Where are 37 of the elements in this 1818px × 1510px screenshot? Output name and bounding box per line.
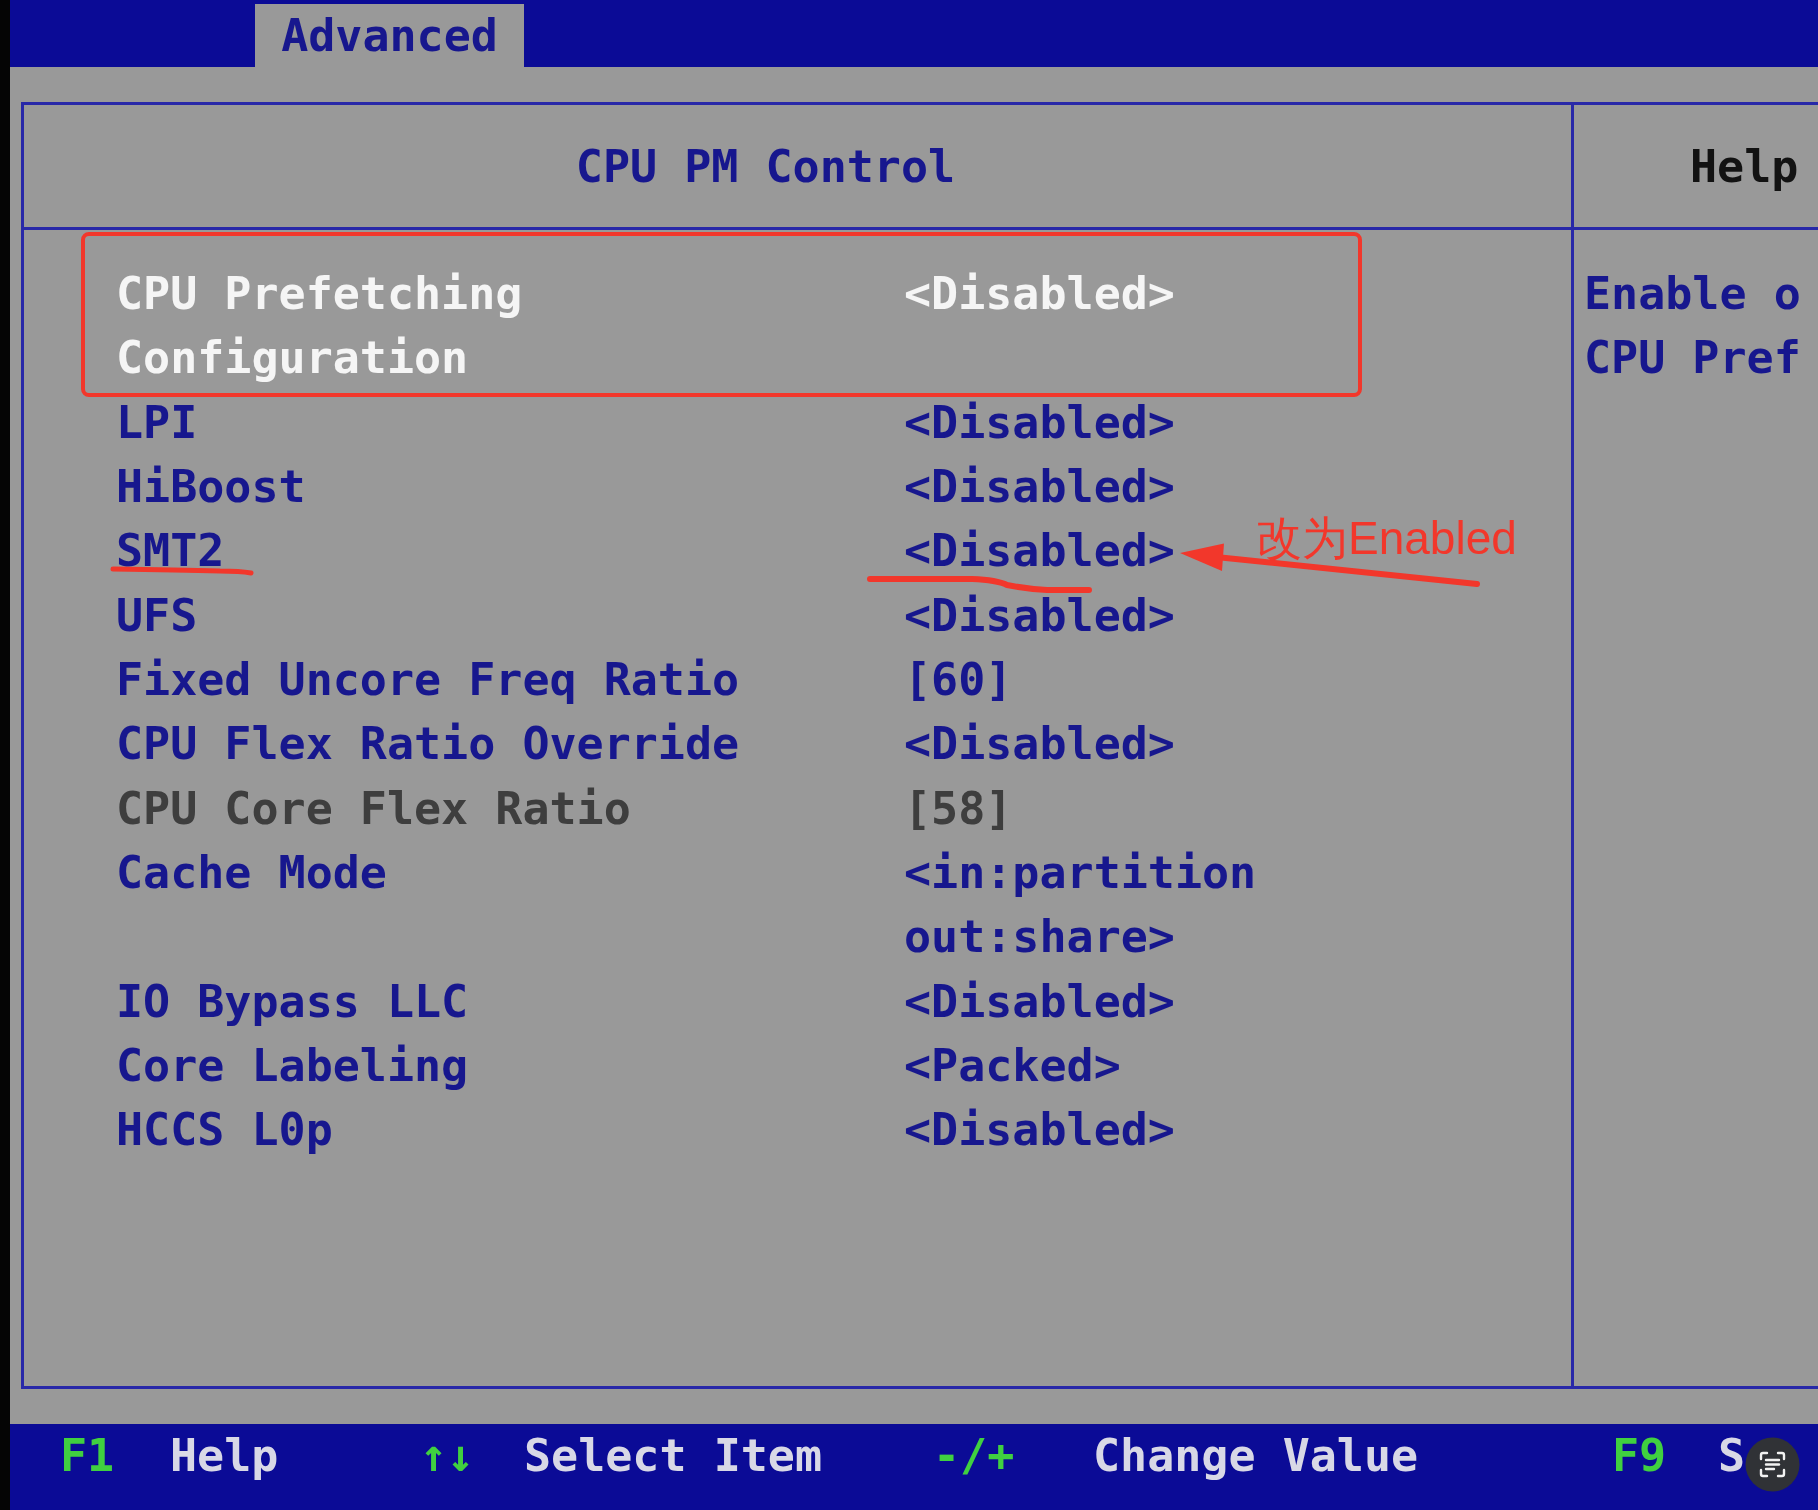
setting-value[interactable]: <Disabled> bbox=[904, 583, 1175, 649]
panel-title: CPU PM Control bbox=[575, 143, 956, 189]
setting-label[interactable]: Core Labeling bbox=[116, 1034, 469, 1099]
key-label: F1 bbox=[60, 1428, 115, 1484]
key-description: Help bbox=[170, 1428, 279, 1484]
setting-label[interactable]: HCCS L0p bbox=[116, 1098, 333, 1163]
key-label: F9 bbox=[1612, 1428, 1667, 1484]
setting-label[interactable]: CPU Flex Ratio Override bbox=[116, 712, 740, 777]
annotation-note: 改为Enabled bbox=[1256, 515, 1517, 562]
setting-value[interactable]: <Disabled> bbox=[904, 455, 1175, 520]
setting-value[interactable]: <Disabled> bbox=[904, 712, 1175, 777]
key-description: S bbox=[1718, 1428, 1746, 1484]
setting-label[interactable]: CPU Prefetching Configuration bbox=[116, 262, 796, 391]
setting-value[interactable]: <Disabled> bbox=[904, 262, 1175, 327]
setting-value[interactable]: <Packed> bbox=[904, 1034, 1121, 1099]
setting-label[interactable]: Fixed Uncore Freq Ratio bbox=[116, 648, 740, 713]
key-label: -/+ bbox=[933, 1428, 1015, 1484]
setting-label[interactable]: Cache Mode bbox=[116, 841, 387, 906]
menu-tab[interactable]: Advanced bbox=[255, 4, 524, 67]
key-label: ↑↓ bbox=[420, 1428, 475, 1484]
key-description: Select Item bbox=[524, 1428, 822, 1484]
setting-label[interactable]: SMT2 bbox=[116, 519, 225, 584]
setting-value[interactable]: <in:partition out:share> bbox=[904, 841, 1304, 970]
setting-label[interactable]: HiBoost bbox=[116, 455, 306, 520]
key-description: Change Value bbox=[1093, 1428, 1419, 1484]
help-text: Enable o bbox=[1584, 266, 1802, 322]
setting-value[interactable]: <Disabled> bbox=[904, 519, 1175, 584]
setting-label[interactable]: UFS bbox=[116, 583, 198, 649]
help-text: CPU Pref bbox=[1584, 330, 1802, 387]
setting-value[interactable]: [60] bbox=[904, 648, 1013, 713]
setting-label[interactable]: IO Bypass LLC bbox=[116, 969, 469, 1035]
setting-label[interactable]: LPI bbox=[116, 390, 198, 456]
setting-value[interactable]: <Disabled> bbox=[904, 969, 1175, 1035]
help-title: Help bbox=[1690, 143, 1799, 189]
setting-value[interactable]: <Disabled> bbox=[904, 1098, 1175, 1163]
setting-value[interactable]: <Disabled> bbox=[904, 390, 1175, 456]
text-scan-icon[interactable] bbox=[1745, 1437, 1800, 1492]
